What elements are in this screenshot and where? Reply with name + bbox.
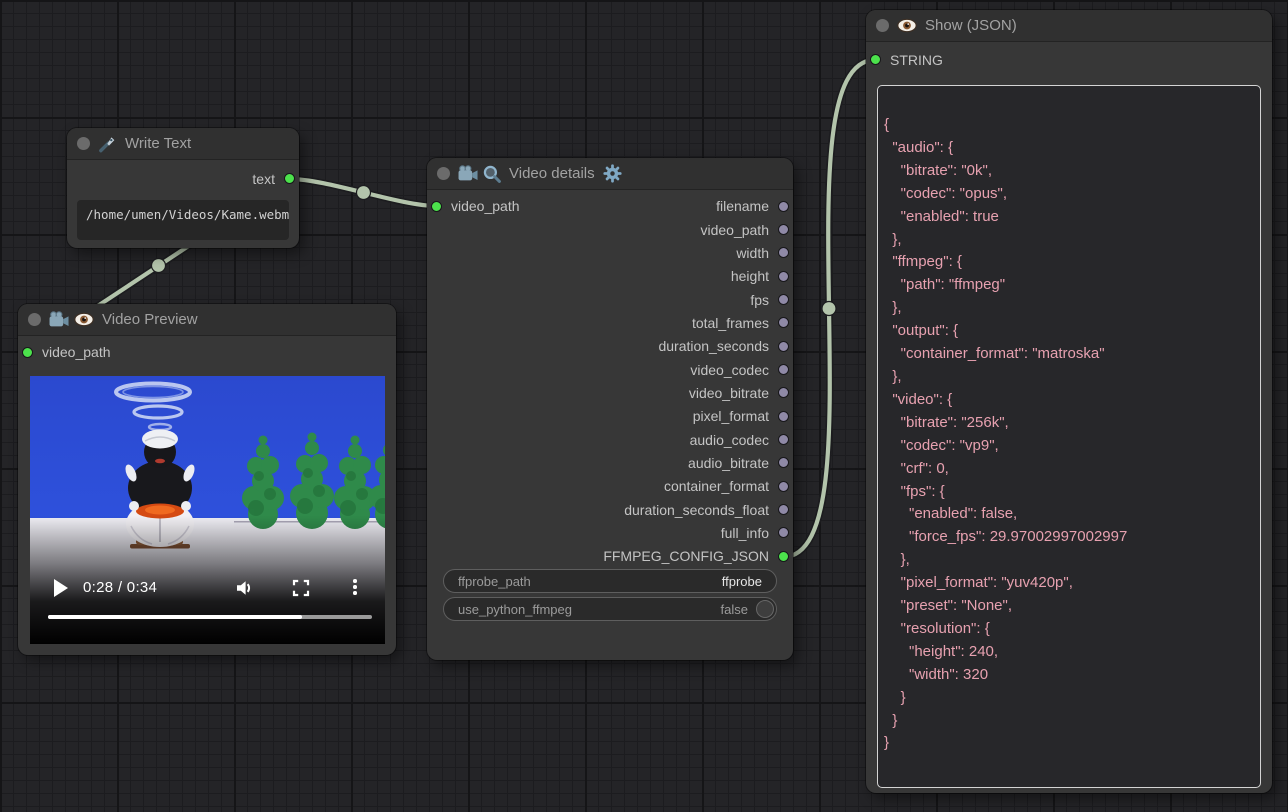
output-port[interactable] xyxy=(778,457,789,468)
output-port[interactable] xyxy=(778,271,789,282)
input-label: STRING xyxy=(890,52,943,68)
node-video-details[interactable]: Video details video_path filena xyxy=(427,158,793,660)
play-button[interactable] xyxy=(54,579,68,597)
collapse-dot[interactable] xyxy=(876,19,889,32)
output-slot-total-frames[interactable]: total_frames xyxy=(427,311,789,334)
node-graph-canvas[interactable]: Write Text text /home/umen/Videos/Kame.w… xyxy=(0,0,1288,812)
pen-icon xyxy=(98,134,117,153)
output-port[interactable] xyxy=(778,434,789,445)
output-slot-full-info[interactable]: full_info xyxy=(427,521,789,544)
movie-camera-icon xyxy=(458,165,479,182)
output-port[interactable] xyxy=(778,551,789,562)
node-title: Video Preview xyxy=(102,311,198,328)
output-port[interactable] xyxy=(778,527,789,538)
link-midpoint-dot[interactable] xyxy=(152,259,166,273)
magnifier-icon xyxy=(483,165,501,183)
node-title: Write Text xyxy=(125,135,191,152)
output-port[interactable] xyxy=(778,201,789,212)
mute-button[interactable] xyxy=(234,578,254,603)
input-label: video_path xyxy=(42,344,111,360)
ffprobe-path-widget[interactable]: ffprobe_path ffprobe xyxy=(443,569,777,593)
node-title: Video details xyxy=(509,165,595,182)
output-slot-video-bitrate[interactable]: video_bitrate xyxy=(427,381,789,404)
output-slot-text[interactable]: text xyxy=(243,167,295,190)
collapse-dot[interactable] xyxy=(437,167,450,180)
overflow-menu-button[interactable] xyxy=(353,579,357,595)
output-slot-ffmpeg-config-json[interactable]: FFMPEG_CONFIG_JSON xyxy=(427,545,789,568)
eye-icon xyxy=(897,18,917,33)
widget-list: ffprobe_path ffprobe use_python_ffmpeg f… xyxy=(443,569,777,625)
output-port[interactable] xyxy=(778,364,789,375)
output-slot-height[interactable]: height xyxy=(427,265,789,288)
output-label: text xyxy=(252,171,275,187)
output-port[interactable] xyxy=(778,247,789,258)
output-slot-fps[interactable]: fps xyxy=(427,288,789,311)
node-show-json[interactable]: Show (JSON) STRING { "audio": { "bitrate… xyxy=(866,10,1272,793)
output-slot-duration-seconds[interactable]: duration_seconds xyxy=(427,335,789,358)
seek-bar-fill xyxy=(48,615,302,619)
movie-camera-icon xyxy=(49,311,70,328)
output-port[interactable] xyxy=(778,411,789,422)
output-port[interactable] xyxy=(778,504,789,515)
output-port[interactable] xyxy=(778,294,789,305)
node-title: Show (JSON) xyxy=(925,17,1017,34)
input-port-video-path[interactable] xyxy=(22,347,33,358)
node-video-preview[interactable]: Video Preview video_path xyxy=(18,304,396,655)
output-port[interactable] xyxy=(778,481,789,492)
input-port-string[interactable] xyxy=(870,54,881,65)
output-slot-video-codec[interactable]: video_codec xyxy=(427,358,789,381)
video-controls-gradient xyxy=(30,376,385,644)
output-slot-video-path[interactable]: video_path xyxy=(427,218,789,241)
collapse-dot[interactable] xyxy=(77,137,90,150)
output-slot-audio-bitrate[interactable]: audio_bitrate xyxy=(427,451,789,474)
output-slot-container-format[interactable]: container_format xyxy=(427,475,789,498)
toggle-knob[interactable] xyxy=(756,600,774,618)
node-header[interactable]: Show (JSON) xyxy=(866,10,1272,42)
link-midpoint-dot[interactable] xyxy=(357,186,371,200)
video-player[interactable]: 0:28 / 0:34 xyxy=(30,376,385,644)
output-slot-duration-seconds-float[interactable]: duration_seconds_float xyxy=(427,498,789,521)
json-display[interactable]: { "audio": { "bitrate": "0k", "codec": "… xyxy=(877,85,1261,788)
output-port[interactable] xyxy=(778,341,789,352)
eye-icon xyxy=(74,312,94,327)
time-display: 0:28 / 0:34 xyxy=(83,579,157,596)
output-slot-list: filename video_path width height fps tot… xyxy=(427,195,789,569)
output-port[interactable] xyxy=(778,387,789,398)
fullscreen-button[interactable] xyxy=(292,579,310,602)
input-slot-video-path[interactable]: video_path xyxy=(22,341,120,364)
node-write-text[interactable]: Write Text text /home/umen/Videos/Kame.w… xyxy=(67,128,299,248)
output-port-text[interactable] xyxy=(284,173,295,184)
collapse-dot[interactable] xyxy=(28,313,41,326)
use-python-ffmpeg-toggle[interactable]: use_python_ffmpeg false xyxy=(443,597,777,621)
output-port[interactable] xyxy=(778,224,789,235)
text-value-input[interactable]: /home/umen/Videos/Kame.webm xyxy=(77,200,289,240)
node-header[interactable]: Video details xyxy=(427,158,793,190)
output-slot-audio-codec[interactable]: audio_codec xyxy=(427,428,789,451)
output-port[interactable] xyxy=(778,317,789,328)
link-midpoint-dot[interactable] xyxy=(822,302,836,316)
output-slot-filename[interactable]: filename xyxy=(427,195,789,218)
input-slot-string[interactable]: STRING xyxy=(870,48,952,71)
seek-bar[interactable] xyxy=(48,615,372,619)
gear-icon xyxy=(603,164,622,183)
output-slot-pixel-format[interactable]: pixel_format xyxy=(427,405,789,428)
node-header[interactable]: Write Text xyxy=(67,128,299,160)
output-slot-width[interactable]: width xyxy=(427,241,789,264)
node-header[interactable]: Video Preview xyxy=(18,304,396,336)
